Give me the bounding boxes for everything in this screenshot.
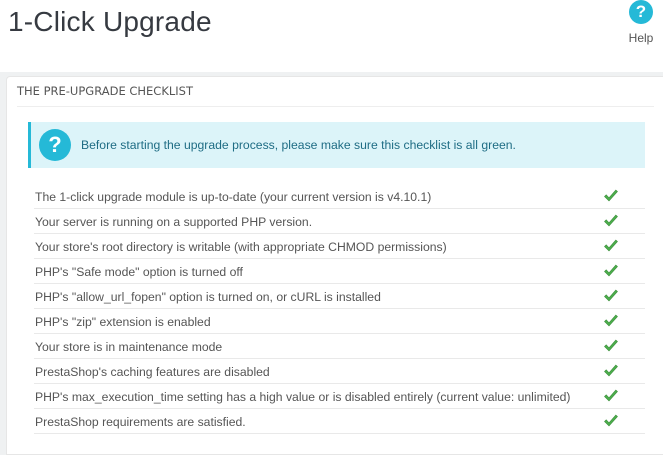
info-text: Before starting the upgrade process, ple…	[81, 138, 516, 152]
check-icon	[604, 339, 618, 352]
checklist: The 1-click upgrade module is up-to-date…	[34, 184, 645, 434]
checklist-row: Your store's root directory is writable …	[34, 234, 645, 259]
check-icon	[604, 289, 618, 302]
checklist-panel: THE PRE-UPGRADE CHECKLIST ? Before start…	[6, 76, 663, 455]
panel-heading: THE PRE-UPGRADE CHECKLIST	[17, 83, 654, 107]
checklist-item-label: Your store is in maintenance mode	[35, 340, 223, 354]
check-icon	[604, 414, 618, 427]
info-alert: ? Before starting the upgrade process, p…	[28, 122, 645, 168]
page-header: 1-Click Upgrade ? Help	[0, 0, 663, 72]
checklist-row: PHP's "Safe mode" option is turned off	[34, 259, 645, 284]
check-icon	[604, 189, 618, 202]
checklist-row: Your store is in maintenance mode	[34, 334, 645, 359]
checklist-row: Your server is running on a supported PH…	[34, 209, 645, 234]
checklist-row: PHP's max_execution_time setting has a h…	[34, 384, 645, 409]
checklist-row: PrestaShop requirements are satisfied.	[34, 409, 645, 434]
checklist-item-label: PHP's "allow_url_fopen" option is turned…	[35, 290, 381, 304]
checklist-row: PHP's "allow_url_fopen" option is turned…	[34, 284, 645, 309]
checklist-item-label: PrestaShop requirements are satisfied.	[35, 415, 246, 429]
check-icon	[604, 264, 618, 277]
help-button[interactable]: ? Help	[623, 0, 659, 45]
checklist-item-label: PHP's max_execution_time setting has a h…	[35, 390, 571, 404]
checklist-item-label: PrestaShop's caching features are disabl…	[35, 365, 270, 379]
checklist-row: PHP's "zip" extension is enabled	[34, 309, 645, 334]
checklist-item-label: The 1-click upgrade module is up-to-date…	[35, 190, 432, 204]
question-circle-icon: ?	[39, 129, 71, 161]
checklist-item-label: Your store's root directory is writable …	[35, 240, 447, 254]
page-title: 1-Click Upgrade	[8, 6, 212, 37]
checklist-row: PrestaShop's caching features are disabl…	[34, 359, 645, 384]
checklist-item-label: Your server is running on a supported PH…	[35, 215, 313, 229]
checklist-item-label: PHP's "zip" extension is enabled	[35, 315, 211, 329]
check-icon	[604, 364, 618, 377]
checklist-item-label: PHP's "Safe mode" option is turned off	[35, 265, 243, 279]
checklist-row: The 1-click upgrade module is up-to-date…	[34, 184, 645, 209]
help-label: Help	[628, 31, 654, 45]
check-icon	[604, 214, 618, 227]
check-icon	[604, 389, 618, 402]
check-icon	[604, 239, 618, 252]
check-icon	[604, 314, 618, 327]
question-circle-icon: ?	[629, 0, 653, 24]
